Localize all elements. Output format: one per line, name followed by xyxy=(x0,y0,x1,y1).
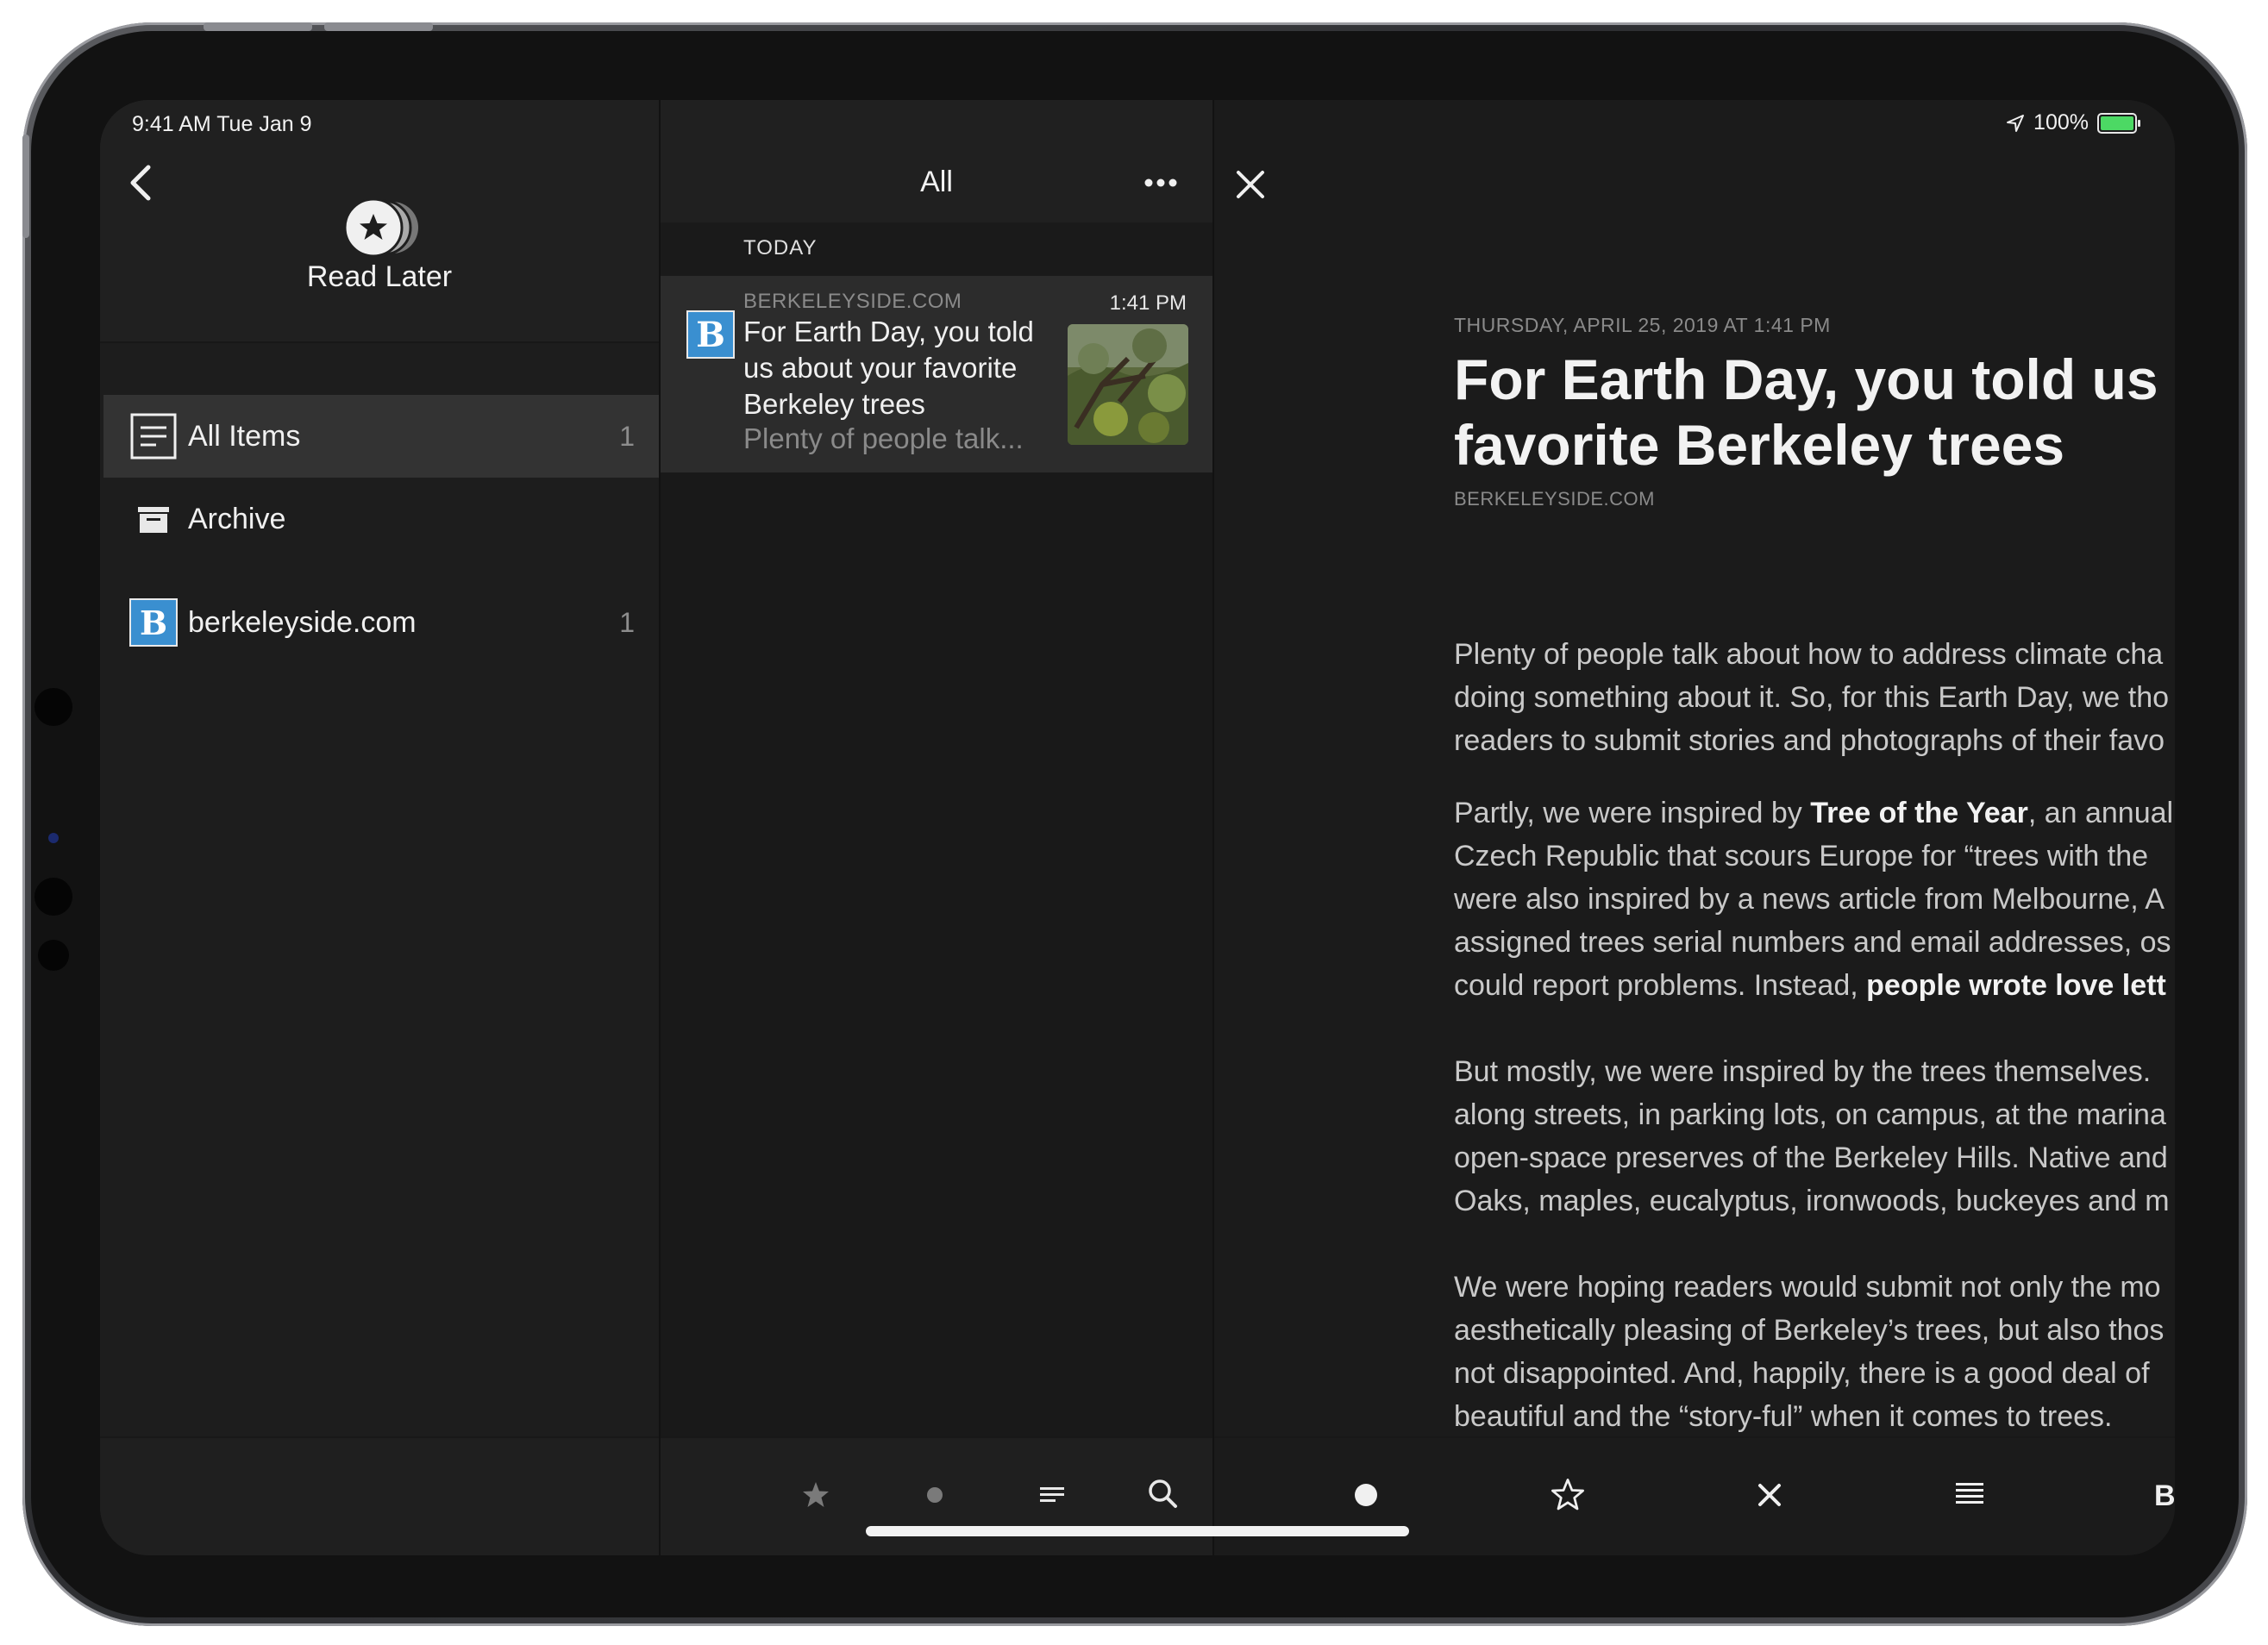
status-right: 100% xyxy=(2006,110,2140,135)
list-toolbar xyxy=(661,1436,1212,1555)
section-header: TODAY xyxy=(661,222,1212,276)
status-bar: 9:41 AM Tue Jan 9 100% xyxy=(100,100,2175,152)
home-indicator[interactable] xyxy=(866,1526,1409,1536)
article-source: BERKELEYSIDE.COM xyxy=(743,290,962,313)
list-title: All xyxy=(920,166,953,198)
paragraph-line: were also inspired by a news article fro… xyxy=(1454,883,2165,916)
chevron-left-icon[interactable] xyxy=(124,162,159,203)
paragraph-text: , an annual xyxy=(2027,797,2174,829)
battery-percent: 100% xyxy=(2033,110,2089,134)
article-headline-line: For Earth Day, you told us a xyxy=(1454,347,2175,411)
article-paragraph: We were hoping readers would submit not … xyxy=(1454,1266,2175,1438)
text-lines-icon[interactable] xyxy=(1952,1476,1987,1511)
paragraph-line: Czech Republic that scours Europe for “t… xyxy=(1454,840,2149,873)
star-outline-icon[interactable] xyxy=(1549,1476,1587,1514)
close-icon[interactable] xyxy=(1233,167,1268,202)
article-paragraph: But mostly, we were inspired by the tree… xyxy=(1454,1050,2175,1223)
paragraph-line: could report problems. Instead, people w… xyxy=(1454,964,2175,1007)
paragraph-line: assigned trees serial numbers and email … xyxy=(1454,926,2171,959)
camera-dot xyxy=(34,878,72,916)
article-headline: For Earth Day, you told us a favorite Be… xyxy=(1454,347,2175,478)
article-snippet: Plenty of people talk... xyxy=(743,422,1024,454)
article-date: THURSDAY, APRIL 25, 2019 AT 1:41 PM xyxy=(1454,314,1831,336)
battery-icon xyxy=(2097,112,2140,134)
paragraph-line: aesthetically pleasing of Berkeley’s tre… xyxy=(1454,1314,2165,1347)
location-arrow-icon xyxy=(2007,114,2025,132)
sidebar-item-all-items[interactable]: All Items 1 xyxy=(103,395,659,478)
star-icon[interactable] xyxy=(799,1478,833,1512)
article-time: 1:41 PM xyxy=(1109,291,1187,315)
sidebar-item-count: 1 xyxy=(619,606,635,638)
article-list-pane: All TODAY B BERKELEYSIDE.COM 1:41 PM For… xyxy=(659,100,1212,1555)
paragraph-line: Partly, we were inspired by Tree of the … xyxy=(1454,791,2175,835)
unread-dot-icon[interactable] xyxy=(1349,1478,1383,1512)
sidebar-item-label: Archive xyxy=(188,502,286,535)
paragraph-line: beautiful and the “story-ful” when it co… xyxy=(1454,1400,2113,1433)
paragraph-line: open-space preserves of the Berkeley Hil… xyxy=(1454,1141,2168,1174)
paragraph-line: We were hoping readers would submit not … xyxy=(1454,1271,2161,1304)
site-favicon-icon: B xyxy=(686,310,735,359)
article-thumbnail xyxy=(1068,324,1188,445)
article-paragraph: Partly, we were inspired by Tree of the … xyxy=(1454,791,2175,1007)
paragraph-line: along streets, in parking lots, on campu… xyxy=(1454,1098,2166,1131)
reader-pane: THURSDAY, APRIL 25, 2019 AT 1:41 PM For … xyxy=(1212,100,2175,1555)
camera-sensor xyxy=(48,833,59,843)
section-label: TODAY xyxy=(743,236,818,260)
camera-dot xyxy=(34,688,72,726)
filter-lines-icon[interactable] xyxy=(1035,1478,1069,1512)
app-screen: 9:41 AM Tue Jan 9 100% Read Later All It… xyxy=(100,100,2175,1555)
sidebar-item-archive[interactable]: Archive xyxy=(103,478,659,560)
ellipsis-icon[interactable] xyxy=(1143,178,1178,188)
search-icon[interactable] xyxy=(1145,1476,1180,1511)
dot-icon[interactable] xyxy=(918,1478,952,1512)
sidebar: Read Later All Items 1 Archive B berkele… xyxy=(100,100,659,1555)
archive-box-icon xyxy=(138,507,169,533)
tree-of-the-year-link[interactable]: Tree of the Year xyxy=(1810,797,2028,829)
paragraph-line: not disappointed. And, happily, there is… xyxy=(1454,1357,2150,1390)
sidebar-toolbar xyxy=(100,1436,659,1555)
device-volume-button xyxy=(204,22,312,31)
paragraph-line: But mostly, we were inspired by the tree… xyxy=(1454,1055,2152,1088)
article-source: BERKELEYSIDE.COM xyxy=(1454,488,1655,510)
sidebar-title: Read Later xyxy=(306,260,453,293)
paragraph-line: Plenty of people talk about how to addre… xyxy=(1454,638,2164,671)
article-list-item[interactable]: B BERKELEYSIDE.COM 1:41 PM For Earth Day… xyxy=(661,276,1212,472)
paragraph-text: could report problems. Instead, xyxy=(1454,969,1867,1002)
camera-dot xyxy=(38,940,69,971)
paragraph-line: doing something about it. So, for this E… xyxy=(1454,681,2170,714)
article-paragraph: Plenty of people talk about how to addre… xyxy=(1454,633,2175,762)
sidebar-item-count: 1 xyxy=(619,420,635,452)
close-icon[interactable] xyxy=(1752,1478,1787,1512)
document-list-icon xyxy=(130,413,177,460)
paragraph-text: Partly, we were inspired by xyxy=(1454,797,1811,829)
sidebar-item-berkeleyside[interactable]: B berkeleyside.com 1 xyxy=(103,581,659,664)
device-top-button xyxy=(22,134,29,238)
sidebar-item-label: All Items xyxy=(188,419,301,453)
reader-toolbar: B xyxy=(1214,1436,2175,1555)
status-time: 9:41 AM Tue Jan 9 xyxy=(132,112,312,136)
article-headline-line: favorite Berkeley trees xyxy=(1454,413,2065,477)
paragraph-line: readers to submit stories and photograph… xyxy=(1454,724,2165,757)
text-style-icon[interactable]: B xyxy=(2154,1479,2175,1513)
paragraph-line: Oaks, maples, eucalyptus, ironwoods, buc… xyxy=(1454,1185,2170,1217)
site-favicon-icon: B xyxy=(129,598,178,647)
love-letters-link[interactable]: people wrote love lett xyxy=(1866,969,2166,1002)
device-volume-button xyxy=(324,22,433,31)
star-circle-icon xyxy=(343,197,418,258)
article-title: For Earth Day, you told us about your fa… xyxy=(743,316,1034,420)
sidebar-item-label: berkeleyside.com xyxy=(188,605,417,639)
